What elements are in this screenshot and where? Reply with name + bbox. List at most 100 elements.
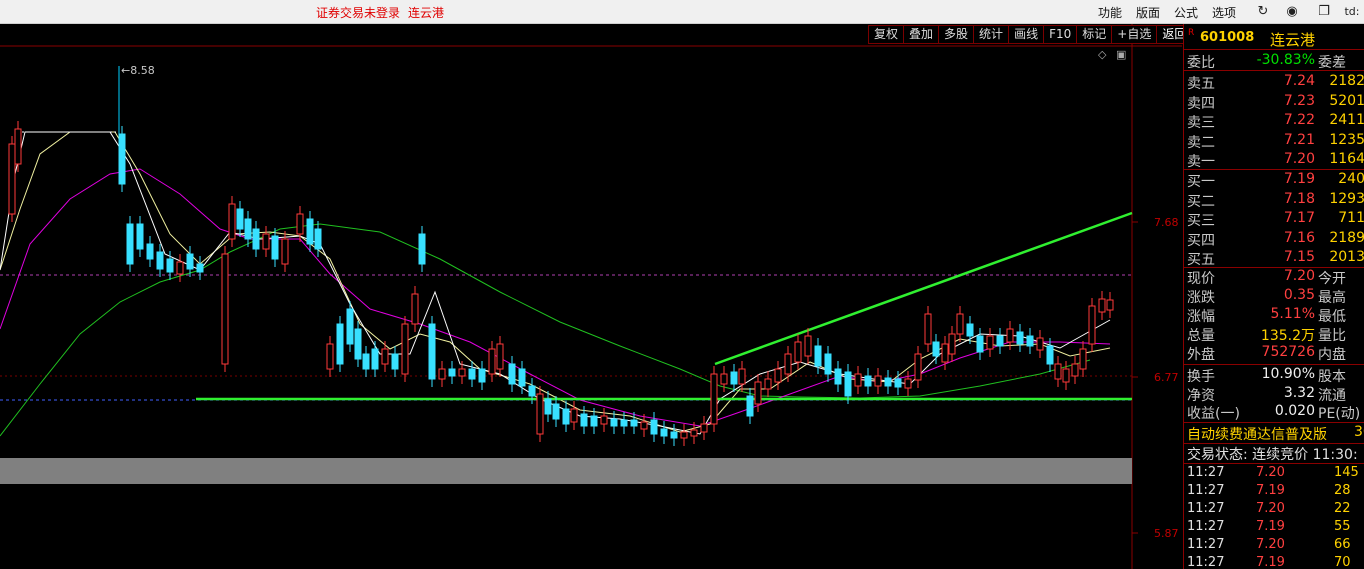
candle-body — [590, 415, 598, 427]
bid-row[interactable]: 买四 7.16 2189 — [1184, 229, 1364, 249]
menu-xuanxiang[interactable]: 选项 — [1212, 4, 1236, 21]
menu-gongshi[interactable]: 公式 — [1174, 4, 1198, 21]
toolbar-tongji-button[interactable]: 统计 — [973, 25, 1009, 44]
maximize-icon[interactable]: ❐ — [1315, 3, 1333, 21]
candle-body — [271, 235, 279, 260]
candle-body — [296, 213, 304, 235]
stock-name: 连云港 — [1270, 31, 1316, 49]
stat-value: 0.020 — [1274, 403, 1315, 419]
toolbar-f10-button[interactable]: F10 — [1043, 25, 1077, 44]
quote-label: 外盘 — [1187, 347, 1215, 363]
candle-body — [630, 419, 638, 427]
menu-gongneng[interactable]: 功能 — [1098, 4, 1122, 21]
candle-body — [536, 393, 544, 435]
minimize-icon[interactable]: ◉ — [1283, 3, 1301, 21]
stat-label: 收益(一) — [1187, 406, 1240, 422]
bid-row[interactable]: 买二 7.18 1293 — [1184, 190, 1364, 210]
candle-body — [966, 323, 974, 337]
bid-label: 买五 — [1187, 252, 1215, 268]
candle-body — [438, 368, 446, 380]
ask-row[interactable]: 卖三 7.22 2411 — [1184, 112, 1364, 131]
tick-price: 7.20 — [1256, 537, 1285, 552]
price-tick-label: 6.77 — [1154, 371, 1179, 384]
toolbar-duogu-button[interactable]: 多股 — [938, 25, 974, 44]
candle-body — [14, 128, 22, 165]
candle-body — [326, 343, 334, 370]
candle-body — [680, 431, 688, 439]
candle-body — [411, 293, 419, 325]
candle-body — [1088, 305, 1096, 345]
bid-row[interactable]: 买三 7.17 711 — [1184, 210, 1364, 229]
candle-body — [720, 373, 728, 385]
bid-row[interactable]: 买一 7.19 240 — [1184, 171, 1364, 190]
candle-body — [508, 363, 516, 385]
toolbar-biaoji-button[interactable]: 标记 — [1076, 25, 1112, 44]
stat-row: 净资 3.32 流通 — [1184, 385, 1364, 404]
ask-label: 卖三 — [1187, 115, 1215, 131]
ask-volume: 1235 — [1329, 131, 1364, 148]
candle-body — [552, 403, 560, 420]
quote-value: 7.20 — [1283, 268, 1315, 284]
tick-time: 11:27 — [1187, 555, 1225, 569]
candle-body — [884, 377, 892, 387]
candle-body — [874, 375, 882, 387]
stat-right-label: PE(动) — [1318, 406, 1361, 422]
candle-body — [660, 428, 668, 437]
stat-label: 换手 — [1187, 369, 1215, 385]
candle-body — [620, 419, 628, 427]
tick-row: 11:27 7.20 145 — [1184, 465, 1364, 483]
stat-right-label: 股本 — [1318, 369, 1346, 385]
peak-label: ←8.58 — [121, 64, 155, 77]
corner-label: td: — [1344, 5, 1360, 18]
toolbar-diejia-button[interactable]: 叠加 — [903, 25, 939, 44]
candle-body — [8, 143, 16, 215]
tick-time: 11:27 — [1187, 537, 1225, 552]
promo-banner[interactable]: 自动续费通达信普及版 30 — [1187, 424, 1364, 444]
candle-body — [834, 368, 842, 385]
candle-body — [1098, 298, 1106, 313]
menu-banmian[interactable]: 版面 — [1136, 4, 1160, 21]
ask-row[interactable]: 卖四 7.23 5201 — [1184, 92, 1364, 112]
weicha-label: 委差 — [1318, 55, 1346, 71]
candle-body — [640, 421, 648, 430]
quote-row: 外盘 752726 内盘 — [1184, 344, 1364, 363]
candle-body — [600, 415, 608, 425]
candle-body — [126, 223, 134, 265]
ask-price: 7.22 — [1283, 112, 1315, 128]
ask-volume: 2182 — [1329, 73, 1364, 89]
candle-body — [948, 333, 956, 355]
bid-price: 7.18 — [1283, 190, 1315, 207]
toolbar-fuquan-button[interactable]: 复权 — [868, 25, 904, 44]
candle-body — [784, 353, 792, 375]
candle-body — [401, 323, 409, 375]
tick-time: 11:27 — [1187, 465, 1225, 480]
kline-chart-svg: 7.68 6.77 5.87 ←8.58 ◇ ▣ — [0, 24, 1182, 569]
refresh-icon[interactable]: ↻ — [1254, 3, 1272, 21]
bid-row[interactable]: 买五 7.15 2013 — [1184, 249, 1364, 268]
candle-body — [562, 408, 570, 425]
price-tick-label: 7.68 — [1154, 216, 1179, 229]
bid-price: 7.16 — [1283, 229, 1315, 246]
toolbar-zixuan-button[interactable]: +自选 — [1111, 25, 1157, 44]
toolbar-huaxian-button[interactable]: 画线 — [1008, 25, 1044, 44]
candle-body — [1036, 337, 1044, 351]
ask-row[interactable]: 卖一 7.20 1164 — [1184, 151, 1364, 170]
candle-body — [700, 423, 708, 433]
ask-row[interactable]: 卖二 7.21 1235 — [1184, 131, 1364, 151]
r-mark: R — [1188, 28, 1195, 38]
candle-body — [458, 368, 466, 377]
ask-row[interactable]: 卖五 7.24 2182 — [1184, 73, 1364, 92]
quote-row: 现价 7.20 今开 — [1184, 268, 1364, 287]
tick-volume: 55 — [1334, 519, 1351, 534]
kline-chart[interactable]: 7.68 6.77 5.87 ←8.58 ◇ ▣ — [0, 24, 1182, 569]
candle-body — [146, 243, 154, 260]
candle-body — [746, 395, 754, 417]
tick-price: 7.19 — [1256, 555, 1285, 569]
tick-volume: 145 — [1334, 465, 1359, 480]
candle-body — [306, 218, 314, 245]
tick-time: 11:27 — [1187, 483, 1225, 498]
ask-price: 7.23 — [1283, 92, 1315, 109]
candle-body — [1079, 348, 1087, 370]
bid-label: 买一 — [1187, 174, 1215, 190]
tick-volume: 28 — [1334, 483, 1351, 498]
